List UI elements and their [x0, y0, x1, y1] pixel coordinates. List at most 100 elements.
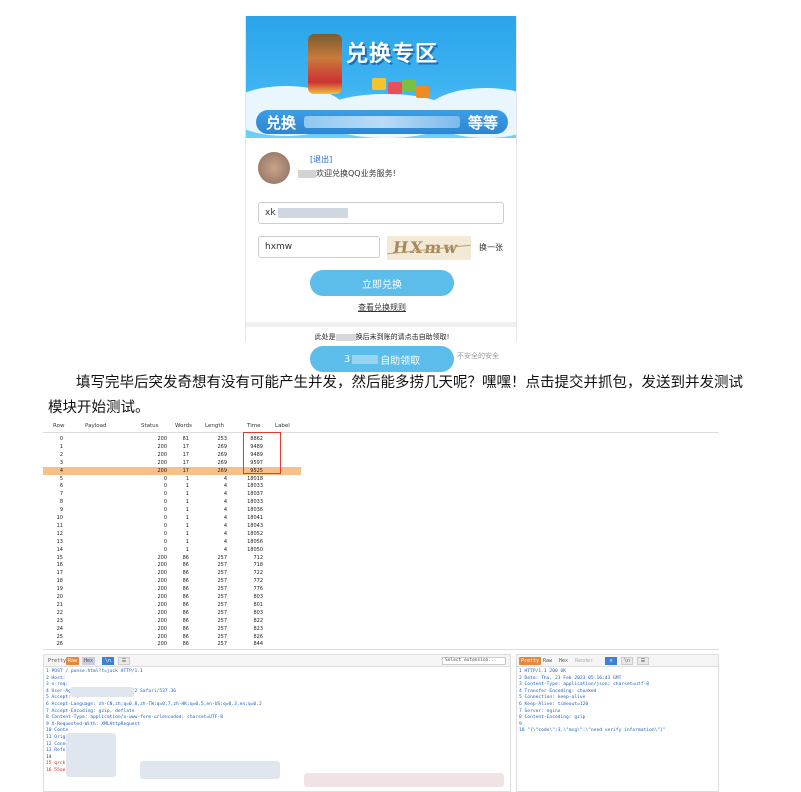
- captcha-input[interactable]: hxmw: [258, 236, 380, 258]
- table-cell: 8: [59, 499, 63, 506]
- request-pane[interactable]: Pretty Raw Hex \n ☰ Select extension... …: [43, 654, 511, 792]
- table-cell: 200: [157, 609, 167, 616]
- column-header[interactable]: Words: [175, 423, 192, 429]
- table-row[interactable]: 9 0 1 4 18036: [43, 506, 301, 514]
- article-paragraph: 填写完毕后突发奇想有没有可能产生并发，然后能多捞几天呢？嘿嘿！点击提交并抓包，发…: [48, 375, 743, 416]
- table-cell: 17: [56, 570, 63, 577]
- table-cell: 18: [56, 578, 63, 585]
- table-cell: 4: [223, 538, 227, 545]
- column-header[interactable]: Time: [247, 423, 260, 429]
- menu-icon[interactable]: ☰: [637, 657, 649, 665]
- table-row[interactable]: 26 200 86 257 844: [43, 640, 301, 648]
- ribbon-right-text: 等等: [467, 113, 498, 132]
- table-cell: 4: [223, 546, 227, 553]
- table-row[interactable]: 19 200 86 257 776: [43, 585, 301, 593]
- table-cell: 4: [223, 491, 227, 498]
- table-row[interactable]: 5 0 1 4 18018: [43, 475, 301, 483]
- table-cell: 1: [185, 491, 189, 498]
- table-row[interactable]: 6 0 1 4 18033: [43, 482, 301, 490]
- table-cell: 86: [182, 594, 189, 600]
- table-row[interactable]: 20 200 86 257 803: [43, 593, 301, 601]
- logout-link[interactable]: [退出]: [310, 154, 332, 165]
- table-cell: 0: [163, 507, 167, 514]
- table-cell: 4: [223, 507, 227, 514]
- tab-hex[interactable]: Hex: [557, 657, 570, 665]
- column-header[interactable]: Payload: [85, 423, 106, 429]
- table-row[interactable]: 10 0 1 4 18041: [43, 514, 301, 522]
- captcha-image[interactable]: HXmw: [387, 236, 471, 260]
- table-cell: 0: [163, 491, 167, 498]
- table-row[interactable]: 12 0 1 4 18052: [43, 530, 301, 538]
- table-cell: 20: [56, 594, 63, 600]
- column-header[interactable]: Label: [275, 423, 290, 429]
- tab-hex[interactable]: Hex: [82, 657, 96, 665]
- table-row[interactable]: 13 0 1 4 18056: [43, 538, 301, 546]
- table-row[interactable]: 24 200 86 257 823: [43, 625, 301, 633]
- table-cell: 257: [217, 578, 227, 585]
- code-line: 11 Origi: [46, 735, 69, 740]
- table-row[interactable]: 14 0 1 4 18050: [43, 546, 301, 554]
- table-row[interactable]: 11 0 1 4 18043: [43, 522, 301, 530]
- table-cell: 1: [185, 483, 189, 490]
- table-cell: 86: [182, 641, 189, 648]
- newline-toggle[interactable]: \n: [102, 657, 114, 665]
- table-cell: 7: [59, 491, 63, 498]
- table-row[interactable]: 22 200 86 257 803: [43, 609, 301, 617]
- table-cell: 200: [157, 459, 167, 466]
- tab-pretty[interactable]: Pretty: [519, 657, 542, 665]
- table-row[interactable]: 7 0 1 4 18037: [43, 490, 301, 498]
- table-cell: 269: [217, 467, 227, 474]
- table-cell: 18033: [247, 483, 263, 490]
- redeem-button[interactable]: 立即兑换: [310, 270, 454, 296]
- table-cell: 1: [185, 530, 189, 537]
- table-row[interactable]: 23 200 86 257 822: [43, 617, 301, 625]
- intruder-results-table: Row Payload Status Words Length Time Lab…: [43, 420, 719, 650]
- table-cell: 0: [163, 483, 167, 490]
- table-cell: 86: [182, 562, 189, 569]
- table-cell: 200: [157, 641, 167, 648]
- code-line: 1 POST / ponse.html?t=juck HTTP/1.1: [46, 669, 143, 674]
- column-header[interactable]: Status: [141, 423, 159, 429]
- table-cell: 0: [163, 475, 167, 482]
- table-row[interactable]: 15 200 86 257 712: [43, 554, 301, 562]
- table-row[interactable]: 16 200 86 257 718: [43, 561, 301, 569]
- menu-icon[interactable]: ☰: [118, 657, 130, 665]
- blurred-text: [277, 208, 348, 218]
- bottom-note-pre: 此处是: [314, 333, 336, 341]
- table-cell: 18036: [247, 507, 263, 514]
- list-icon[interactable]: ≡: [605, 657, 617, 665]
- table-cell: 18050: [247, 546, 263, 553]
- table-row[interactable]: 21 200 86 257 801: [43, 601, 301, 609]
- table-row[interactable]: 8 0 1 4 18033: [43, 498, 301, 506]
- refresh-captcha-link[interactable]: 换一张: [479, 242, 503, 253]
- blurred-text: [70, 687, 134, 697]
- extension-select[interactable]: Select extension...: [442, 657, 506, 665]
- tab-pretty[interactable]: Pretty: [46, 657, 68, 665]
- table-row[interactable]: 18 200 86 257 772: [43, 577, 301, 585]
- table-cell: 17: [182, 467, 189, 474]
- code-line: 5 Connection: keep-alive: [519, 695, 586, 701]
- column-header[interactable]: Length: [205, 423, 224, 429]
- bottom-note-post: 换后未到账的请点击自助领取!: [355, 333, 450, 341]
- table-row[interactable]: 17 200 86 257 722: [43, 569, 301, 577]
- mascot-image: [308, 34, 342, 94]
- column-header[interactable]: Row: [53, 423, 64, 429]
- tab-render[interactable]: Render: [573, 657, 595, 665]
- blurred-text: [66, 733, 116, 777]
- table-cell: 24: [56, 625, 63, 632]
- table-cell: 269: [217, 459, 227, 466]
- ribbon-left-text: 兑换: [266, 113, 297, 132]
- response-pane[interactable]: Pretty Raw Hex Render ≡ \n ☰ 1 HTTP/1.1 …: [516, 654, 719, 792]
- newline-toggle[interactable]: \n: [621, 657, 633, 665]
- account-input[interactable]: xk: [258, 202, 504, 224]
- table-cell: 9: [59, 507, 63, 514]
- tab-raw[interactable]: Raw: [541, 657, 554, 665]
- tab-raw[interactable]: Raw: [66, 657, 80, 665]
- self-claim-button[interactable]: 3 自助领取: [310, 346, 454, 372]
- rules-link[interactable]: 查看兑换规则: [246, 302, 516, 313]
- table-row[interactable]: 25 200 86 257 826: [43, 633, 301, 641]
- table-cell: 257: [217, 586, 227, 593]
- table-cell: 6: [59, 483, 63, 490]
- code-line: 2 Date: Thu, 23 Feb 2023 05:16:43 GMT: [519, 675, 622, 681]
- table-cell: 1: [185, 475, 189, 482]
